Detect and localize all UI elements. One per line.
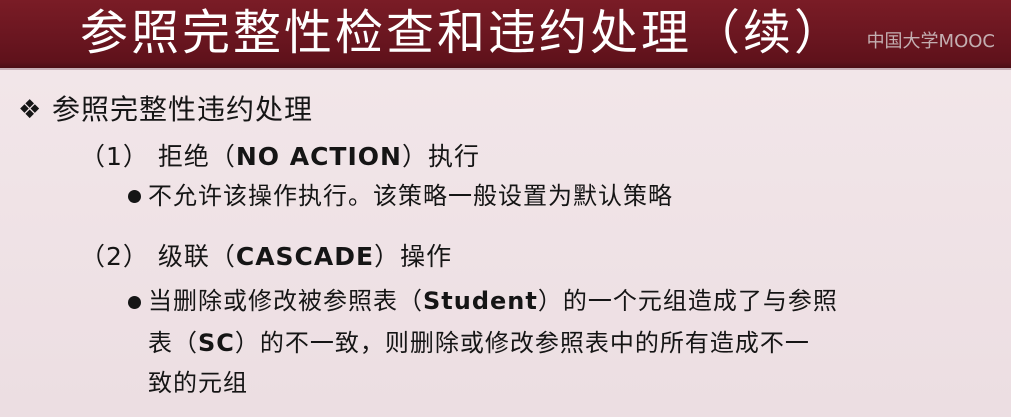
item-1-bullet-text: 不允许该操作执行。该策略一般设置为默认策略 [148,182,673,210]
item-2-bullet-line-2: 表（SC）的不一致，则删除或修改参照表中的所有造成不一 [148,326,810,360]
item-2-keyword: CASCADE [235,242,375,271]
title-bar: 参照完整性检查和违约处理（续） 中国大学MOOC [0,0,1011,68]
item-1-suffix: ）执行 [401,142,480,171]
bullet-dot-icon [128,190,141,203]
diamond-bullet-icon: ❖ [18,95,42,125]
item-2-bullet-keyword-student: Student [423,287,538,315]
item-2-bullet-line-3: 致的元组 [148,369,248,397]
item-2-bullet-line-2-a: 表（ [148,329,198,357]
item-2-prefix: （2） 级联（ [80,242,236,271]
bullet-dot-icon [128,296,141,309]
item-2-heading: （2） 级联（CASCADE）操作 [80,240,452,274]
item-2-bullet-line-1-b: ）的一个元组造成了与参照 [537,287,838,315]
item-2-suffix: ）操作 [374,242,453,271]
item-1-keyword: NO ACTION [235,142,402,171]
item-2-bullet-line-2-b: ）的不一致，则删除或修改参照表中的所有造成不一 [234,329,810,357]
item-2-bullet-line-1: 当删除或修改被参照表（Student）的一个元组造成了与参照 [148,284,838,318]
item-2-bullet-line-1-a: 当删除或修改被参照表（ [148,287,423,315]
item-1-prefix: （1） 拒绝（ [80,142,236,171]
item-2-bullet-keyword-sc: SC [198,329,235,357]
mooc-watermark: 中国大学MOOC [866,31,995,52]
slide-title: 参照完整性检查和违约处理（续） [80,5,846,61]
item-1-heading: （1） 拒绝（NO ACTION）执行 [80,140,480,174]
section-heading: 参照完整性违约处理 [52,93,314,126]
